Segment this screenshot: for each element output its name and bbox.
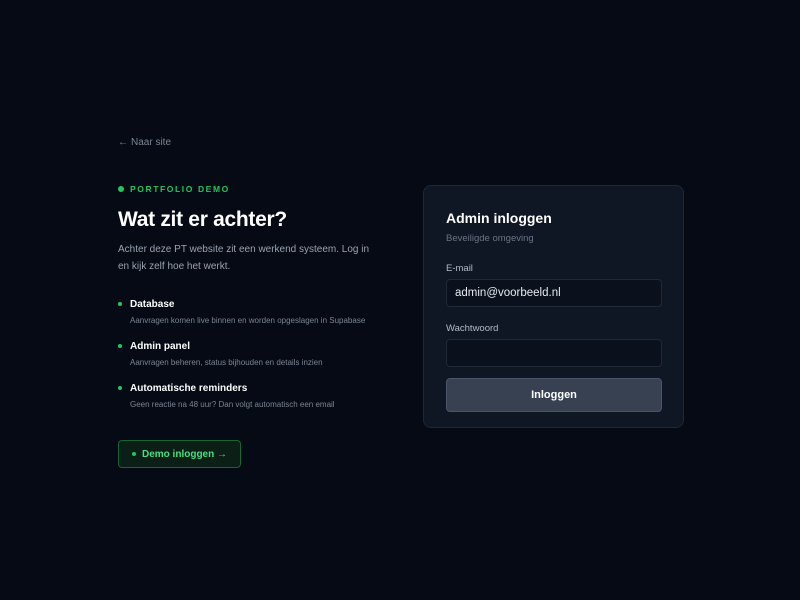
demo-login-button[interactable]: Demo inloggen →: [118, 440, 241, 468]
login-submit-button[interactable]: Inloggen: [446, 378, 662, 412]
email-field[interactable]: [446, 279, 662, 307]
login-title: Admin inloggen: [446, 210, 552, 226]
bullet-icon: [118, 386, 122, 390]
intro-text: Achter deze PT website zit een werkend s…: [118, 244, 370, 272]
login-card: Admin inloggen Beveiligde omgeving E-mai…: [423, 185, 684, 428]
email-label: E-mail: [446, 263, 473, 274]
eyebrow: PORTFOLIO DEMO: [118, 184, 388, 194]
arrow-left-icon: ←: [118, 137, 128, 148]
bullet-icon: [118, 344, 122, 348]
bullet-icon: [118, 302, 122, 306]
feature-title: Admin panel: [130, 341, 191, 352]
feature-description: Geen reactie na 48 uur? Dan volgt automa…: [130, 400, 335, 409]
page-title: Wat zit er achter?: [118, 208, 287, 231]
status-dot-icon: [132, 452, 136, 456]
page: ← Naar site PORTFOLIO DEMO Wat zit er ac…: [0, 0, 800, 600]
password-label: Wachtwoord: [446, 323, 499, 334]
feature-title: Automatische reminders: [130, 383, 248, 394]
feature-description: Aanvragen komen live binnen en worden op…: [130, 316, 366, 325]
login-subtitle: Beveiligde omgeving: [446, 233, 534, 244]
status-dot-icon: [118, 186, 124, 192]
intro-section: PORTFOLIO DEMO Wat zit er achter? Achter…: [118, 184, 388, 468]
feature-item-admin-panel: Admin panel Aanvragen beheren, status bi…: [118, 340, 388, 369]
demo-login-label: Demo inloggen →: [142, 448, 227, 460]
feature-item-database: Database Aanvragen komen live binnen en …: [118, 298, 388, 327]
back-link-label: Naar site: [131, 137, 172, 148]
eyebrow-label: PORTFOLIO DEMO: [130, 184, 230, 194]
feature-description: Aanvragen beheren, status bijhouden en d…: [130, 358, 323, 367]
back-to-site-link[interactable]: ← Naar site: [118, 137, 171, 148]
password-field[interactable]: [446, 339, 662, 367]
feature-item-reminders: Automatische reminders Geen reactie na 4…: [118, 382, 388, 411]
feature-title: Database: [130, 299, 175, 310]
feature-list: Database Aanvragen komen live binnen en …: [118, 298, 388, 411]
